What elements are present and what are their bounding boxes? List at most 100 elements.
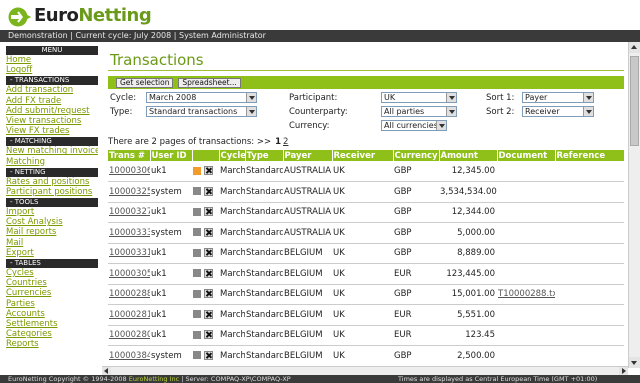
sidebar-link-add-fx-trade[interactable]: Add FX trade bbox=[6, 96, 98, 106]
trans-number-link[interactable]: 10000280 bbox=[109, 330, 150, 340]
cycle-cell: March 2008 bbox=[219, 181, 245, 203]
trans-number-link[interactable]: 10000331 bbox=[109, 248, 150, 258]
delete-icon[interactable] bbox=[204, 166, 213, 175]
status-flag-icon[interactable] bbox=[193, 166, 201, 175]
status-flag-icon[interactable] bbox=[193, 207, 201, 216]
trans-number-link[interactable]: 10000333 bbox=[109, 228, 150, 238]
scroll-up-arrow-icon[interactable] bbox=[629, 42, 640, 53]
sidebar-link-matching[interactable]: Matching bbox=[6, 157, 98, 167]
sidebar-link-mail-reports[interactable]: Mail reports bbox=[6, 227, 98, 237]
scroll-thumb[interactable] bbox=[630, 56, 639, 146]
sidebar-link-cycles[interactable]: Cycles bbox=[6, 268, 98, 278]
sidebar-link-countries[interactable]: Countries bbox=[6, 278, 98, 288]
currency-cell: GBP bbox=[393, 222, 439, 244]
reference-cell bbox=[555, 161, 624, 182]
scroll-left-arrow-icon[interactable] bbox=[102, 367, 111, 375]
euronetting-logo-icon bbox=[8, 7, 32, 27]
type-cell: Standard bbox=[245, 222, 283, 244]
user-id-cell: uk1 bbox=[150, 202, 192, 223]
horizontal-scrollbar[interactable] bbox=[102, 366, 628, 375]
trans-number-link[interactable]: 10000306 bbox=[109, 166, 150, 176]
delete-icon[interactable] bbox=[204, 207, 213, 217]
delete-icon[interactable] bbox=[204, 186, 213, 196]
type-select[interactable]: Standard transactions bbox=[146, 106, 257, 117]
table-row: 10000325system March 2008StandardAUSTRALI… bbox=[108, 181, 624, 203]
counterparty-select[interactable]: All parties bbox=[381, 106, 457, 117]
sidebar-link-view-fx-trades[interactable]: View FX trades bbox=[6, 126, 98, 136]
sidebar-link-import[interactable]: Import bbox=[6, 207, 98, 217]
trans-number-link[interactable]: 10000327 bbox=[109, 207, 150, 217]
sidebar-link-settlements[interactable]: Settlements bbox=[6, 319, 98, 329]
table-row: 10000327uk1 March 2008StandardAUSTRALIAUK… bbox=[108, 202, 624, 223]
trans-number-link[interactable]: 10000384 bbox=[109, 351, 150, 361]
status-flag-icon[interactable] bbox=[193, 330, 201, 339]
status-flag-icon[interactable] bbox=[193, 351, 201, 360]
sidebar-link-export[interactable]: Export bbox=[6, 248, 98, 258]
footer-server: | Server: COMPAQ-XP\COMPAQ-XP bbox=[181, 375, 291, 383]
delete-icon[interactable] bbox=[204, 289, 213, 299]
sidebar-link-view-transactions[interactable]: View transactions bbox=[6, 116, 98, 126]
delete-icon[interactable] bbox=[204, 309, 213, 319]
sidebar-heading-netting: - NETTING bbox=[6, 167, 98, 177]
status-flag-icon[interactable] bbox=[193, 310, 201, 319]
get-selection-button[interactable]: Get selection bbox=[116, 78, 174, 88]
footer-copyright: EuroNetting Copyright © 1994-2008 bbox=[8, 375, 127, 383]
column-header-type: Type bbox=[245, 150, 284, 161]
status-flag-icon[interactable] bbox=[193, 228, 201, 237]
sidebar-link-mail[interactable]: Mail bbox=[6, 238, 98, 248]
sidebar-link-add-transaction[interactable]: Add transaction bbox=[6, 85, 98, 95]
sidebar-link-participant-positions[interactable]: Participant positions bbox=[6, 187, 98, 197]
delete-icon[interactable] bbox=[204, 248, 213, 258]
sidebar-link-parties[interactable]: Parties bbox=[6, 299, 98, 309]
sort2-select[interactable]: Receiver bbox=[522, 106, 594, 117]
trans-number-link[interactable]: 10000281 bbox=[109, 310, 150, 320]
status-flag-icon[interactable] bbox=[193, 289, 201, 298]
payer-cell: BELGIUM bbox=[283, 325, 332, 346]
participant-select[interactable]: UK bbox=[381, 92, 457, 103]
receiver-cell: UK bbox=[332, 325, 393, 346]
payer-cell: BELGIUM bbox=[283, 243, 332, 264]
column-header-user-id: User ID bbox=[150, 150, 193, 161]
scroll-down-arrow-icon[interactable] bbox=[629, 357, 640, 368]
trans-number-link[interactable]: 10000288 bbox=[109, 289, 150, 299]
cycle-cell: March 2008 bbox=[219, 161, 245, 182]
sidebar-link-reports[interactable]: Reports bbox=[6, 339, 98, 349]
column-header-amount: Amount bbox=[439, 150, 498, 161]
table-header-row: Trans # User ID Cycle Type Payer Receiver Curr… bbox=[108, 150, 624, 161]
sort1-select[interactable]: Payer bbox=[522, 92, 594, 103]
vertical-scrollbar[interactable] bbox=[628, 42, 640, 368]
cycle-cell: March 2008 bbox=[219, 325, 245, 346]
sidebar-link-new-matching-invoice[interactable]: New matching invoice bbox=[6, 146, 98, 156]
page-link-2[interactable]: 2 bbox=[283, 137, 288, 147]
sidebar-link-cost-analysis[interactable]: Cost Analysis bbox=[6, 217, 98, 227]
status-flag-icon[interactable] bbox=[193, 248, 201, 257]
sort1-select-value: Payer bbox=[525, 93, 548, 102]
trans-number-link[interactable]: 10000305 bbox=[109, 269, 150, 279]
delete-icon[interactable] bbox=[204, 227, 213, 237]
column-header-trans: Trans # bbox=[108, 150, 151, 161]
spreadsheet-button[interactable]: Spreadsheet... bbox=[178, 78, 241, 88]
delete-icon[interactable] bbox=[204, 350, 213, 360]
amount-cell: 15,001.00 bbox=[439, 284, 497, 305]
cycle-select[interactable]: March 2008 bbox=[146, 92, 257, 103]
sidebar-link-home[interactable]: Home bbox=[6, 55, 98, 65]
delete-icon[interactable] bbox=[204, 330, 213, 340]
reference-cell bbox=[555, 304, 624, 326]
footer: EuroNetting Copyright © 1994-2008 EuroNe… bbox=[0, 375, 640, 383]
status-flag-icon[interactable] bbox=[193, 187, 201, 196]
sidebar-link-accounts[interactable]: Accounts bbox=[6, 309, 98, 319]
footer-company-link[interactable]: EuroNetting Inc bbox=[129, 375, 179, 383]
sidebar-link-currencies[interactable]: Currencies bbox=[6, 288, 98, 298]
sidebar-link-logoff[interactable]: Logoff bbox=[6, 65, 98, 75]
document-link[interactable]: T10000288.txt bbox=[498, 289, 555, 299]
status-flag-icon[interactable] bbox=[193, 269, 201, 278]
currency-select[interactable]: All currencies bbox=[381, 120, 447, 131]
sidebar-link-add-submit-request[interactable]: Add submit/request bbox=[6, 106, 98, 116]
reference-cell bbox=[555, 284, 624, 305]
delete-icon[interactable] bbox=[204, 268, 213, 278]
scroll-right-arrow-icon[interactable] bbox=[619, 367, 628, 375]
trans-number-link[interactable]: 10000325 bbox=[109, 187, 150, 197]
sidebar-link-categories[interactable]: Categories bbox=[6, 329, 98, 339]
user-id-cell: uk1 bbox=[150, 243, 192, 264]
sidebar-link-rates-and-positions[interactable]: Rates and positions bbox=[6, 177, 98, 187]
